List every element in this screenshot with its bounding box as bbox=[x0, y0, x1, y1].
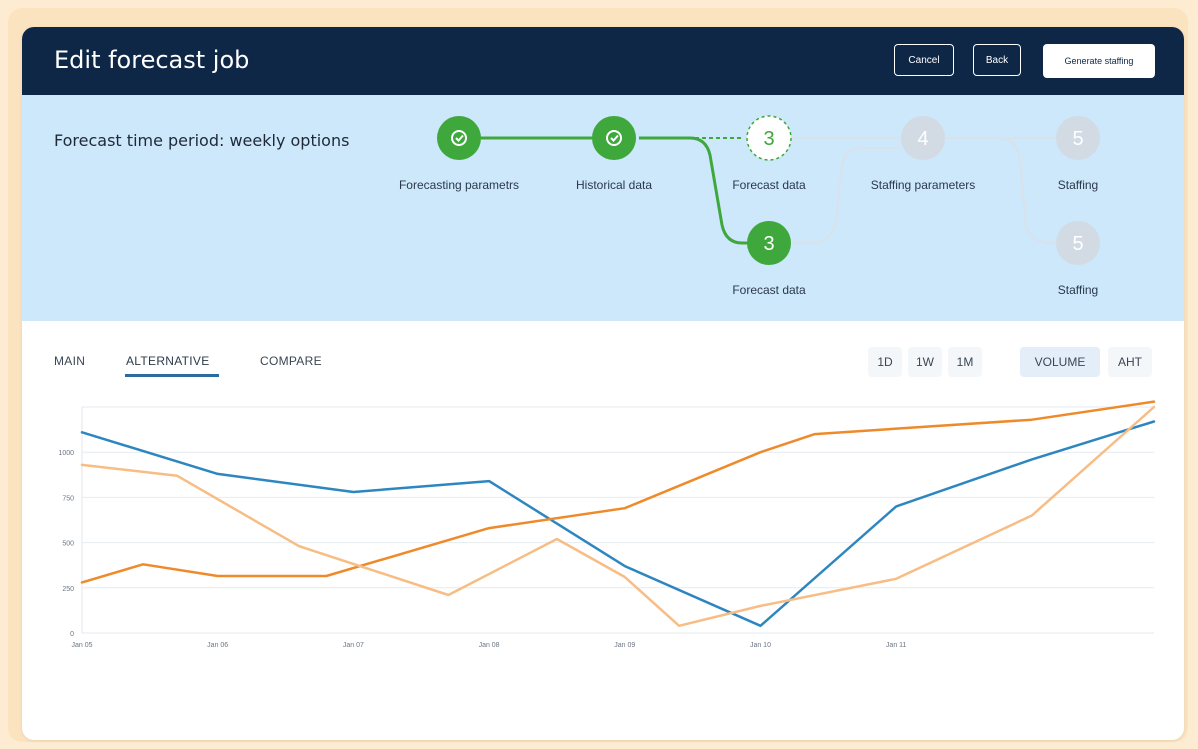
volume-line-chart: 0 250 500 750 1000 Jan 05 Jan 06 Jan 07 Jan 08 Ja… bbox=[58, 400, 1156, 649]
step-4-number: 4 bbox=[917, 128, 928, 150]
step-5-lower-label: Staffing bbox=[1057, 283, 1099, 297]
step-3-current-number: 3 bbox=[763, 233, 774, 255]
view-tabs: MAIN ALTERNATIVE COMPARE bbox=[22, 321, 1184, 381]
x-tick-label: Jan 06 bbox=[207, 642, 228, 649]
range-1w-button[interactable]: 1W bbox=[908, 347, 942, 377]
stepper-graphic: 3 4 5 3 5 bbox=[437, 115, 1100, 265]
generate-staffing-button[interactable]: Generate staffing bbox=[1043, 44, 1155, 78]
step-5-label: Staffing bbox=[1057, 178, 1099, 192]
y-tick-label: 750 bbox=[62, 495, 74, 502]
tab-alternative[interactable]: ALTERNATIVE bbox=[126, 354, 210, 368]
page-title: Edit forecast job bbox=[54, 46, 250, 74]
step-4-label: Staffing parameters bbox=[870, 178, 976, 192]
tab-main[interactable]: MAIN bbox=[54, 354, 85, 368]
x-tick-label: Jan 07 bbox=[343, 642, 364, 649]
range-1m-button[interactable]: 1M bbox=[948, 347, 982, 377]
step-5-number: 5 bbox=[1072, 128, 1083, 150]
cancel-button[interactable]: Cancel bbox=[894, 44, 954, 76]
y-tick-label: 0 bbox=[70, 631, 74, 638]
series-line-3 bbox=[80, 405, 1156, 628]
active-tab-indicator bbox=[125, 374, 219, 377]
step-1-complete-icon bbox=[437, 116, 481, 160]
series-line-2 bbox=[80, 400, 1156, 584]
top-bar: Edit forecast job Cancel Back Generate s… bbox=[22, 27, 1184, 95]
y-tick-label: 500 bbox=[62, 541, 74, 548]
x-tick-label: Jan 09 bbox=[614, 642, 635, 649]
metric-volume-button[interactable]: VOLUME bbox=[1020, 347, 1100, 377]
step-3-alt-label: Forecast data bbox=[732, 178, 806, 192]
x-tick-label: Jan 11 bbox=[886, 642, 907, 649]
x-tick-label: Jan 08 bbox=[479, 642, 500, 649]
step-3-alt-number: 3 bbox=[763, 128, 774, 150]
metric-aht-button[interactable]: AHT bbox=[1108, 347, 1152, 377]
step-3-current-label: Forecast data bbox=[732, 283, 806, 297]
tab-compare[interactable]: COMPARE bbox=[260, 354, 322, 368]
step-2-label: Historical data bbox=[575, 178, 653, 192]
back-button[interactable]: Back bbox=[973, 44, 1021, 76]
stepper-panel: Forecast time period: weekly options 3 4… bbox=[22, 95, 1184, 321]
y-tick-label: 250 bbox=[62, 586, 74, 593]
step-1-label: Forecasting parametrs bbox=[398, 178, 520, 192]
y-tick-label: 1000 bbox=[58, 450, 74, 457]
x-tick-label: Jan 10 bbox=[750, 642, 771, 649]
step-2-complete-icon bbox=[592, 116, 636, 160]
range-1d-button[interactable]: 1D bbox=[868, 347, 902, 377]
x-tick-label: Jan 05 bbox=[71, 642, 92, 649]
forecast-job-card: Edit forecast job Cancel Back Generate s… bbox=[22, 27, 1184, 740]
step-5-lower-number: 5 bbox=[1072, 233, 1083, 255]
connector-pending-branch bbox=[792, 147, 900, 244]
